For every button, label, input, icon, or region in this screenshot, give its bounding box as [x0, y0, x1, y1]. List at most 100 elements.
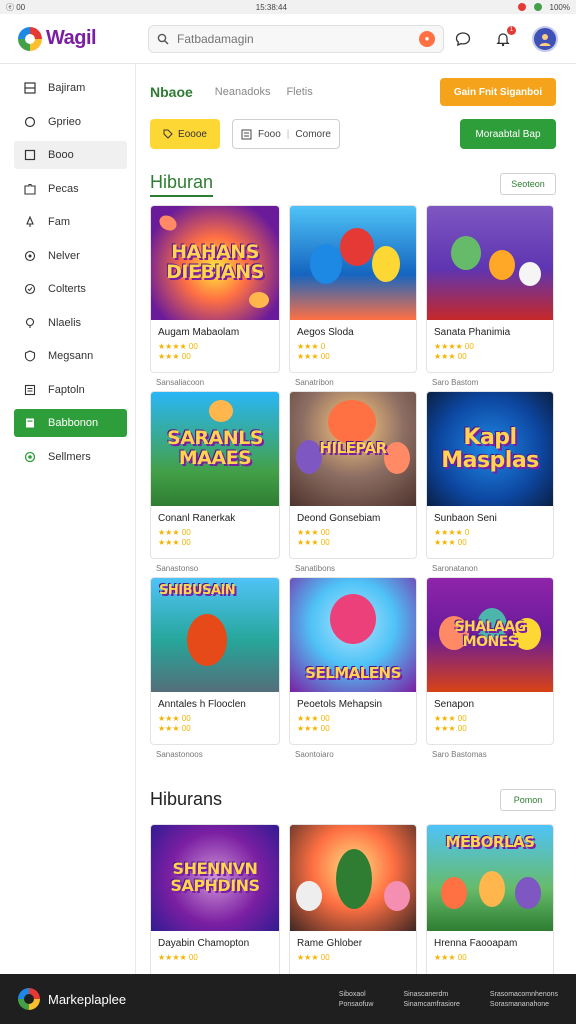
footer-column-3: Srasomacomnhenons Sorasmananahone — [490, 988, 558, 1011]
tab-3[interactable]: Fletis — [286, 86, 312, 98]
game-thumbnail: MEBORLAS — [427, 825, 553, 931]
sidebar-item-colterts[interactable]: Colterts — [14, 275, 127, 303]
thumbnail-title: SELMALENS — [305, 664, 401, 683]
game-card[interactable]: SELMALENS Peoetols Mehapsin ★★★ 00 ★★★ 0… — [289, 577, 417, 763]
sidebar-item-booo[interactable]: Booo — [14, 141, 127, 169]
sidebar-item-gprieo[interactable]: Gprieo — [14, 108, 127, 136]
search-input[interactable] — [177, 31, 411, 46]
game-title: Sunbaon Seni — [434, 513, 497, 524]
see-all-button[interactable]: Pomon — [500, 789, 556, 811]
footer-logo[interactable]: Markeplaplee — [18, 988, 126, 1010]
footer-link[interactable]: Ponsaofuw — [339, 1001, 374, 1008]
search-icon — [157, 33, 169, 44]
footer-column-1: Siboxaol Ponsaofuw — [339, 988, 374, 1011]
game-title: Conanl Ranerkak — [158, 513, 236, 524]
footer-link[interactable]: Srasomacomnhenons — [490, 991, 558, 998]
main-content: Nbaoe Neanadoks Fletis Gain Fnit Siganbo… — [136, 64, 576, 974]
game-card[interactable]: SHALAAG MONES Senapon ★★★ 00 ★★★ 00 Saro… — [426, 577, 554, 763]
game-card[interactable]: Rame Ghlober ★★★ 00 — [289, 824, 417, 974]
footer-link[interactable]: Sinamcamfrasiore — [403, 1001, 459, 1008]
record-icon — [517, 3, 526, 11]
top-bar: Wagil ● 1 — [0, 14, 576, 64]
rating-meta: ★★★ 00 — [158, 352, 191, 361]
footer-link[interactable]: Sorasmananahone — [490, 1001, 558, 1008]
game-card[interactable]: SHIBUSAIN Anntales h Flooclen ★★★ 00 ★★★… — [150, 577, 280, 763]
game-title: Hrenna Faooapam — [434, 938, 518, 949]
app-logo[interactable]: Wagil — [18, 26, 148, 51]
game-card[interactable]: Aegos Sloda ★★★ 0 ★★★ 00 Sanatribon — [289, 205, 417, 391]
rating-stars: ★★★★ 00 — [158, 342, 198, 351]
thumbnail-title: MEBORLAS — [445, 833, 535, 851]
tab-active[interactable]: Nbaoe — [150, 84, 193, 100]
card-footer: Sanatribon — [295, 378, 334, 387]
tab-2[interactable]: Neanadoks — [215, 86, 271, 98]
sort-divider: | — [286, 128, 290, 140]
search-bar[interactable]: ● — [148, 24, 444, 53]
card-footer: Sanastonso — [156, 564, 199, 573]
sidebar-item-megsann[interactable]: Megsann — [14, 342, 127, 370]
game-card[interactable]: HILEPAR Deond Gonsebiam ★★★ 00 ★★★ 00 Sa… — [289, 391, 417, 577]
rating-stars: ★★★★ 00 — [434, 342, 474, 351]
sidebar-item-pecas[interactable]: Pecas — [14, 175, 127, 203]
game-card[interactable]: Sanata Phanimia ★★★★ 00 ★★★ 00 Saro Bast… — [426, 205, 554, 391]
avatar[interactable] — [532, 25, 558, 52]
sidebar-item-label: Colterts — [48, 283, 86, 295]
orange-action-button[interactable]: Gain Fnit Siganboi — [440, 78, 556, 106]
notifications-button[interactable]: 1 — [492, 25, 516, 50]
sidebar-item-nelver[interactable]: Nelver — [14, 242, 127, 270]
card-footer: Saro Bastomas — [432, 750, 487, 759]
signal-icon — [533, 3, 542, 11]
sidebar-item-nlaelis[interactable]: Nlaelis — [14, 309, 127, 337]
sidebar-item-label: Babbonon — [48, 417, 99, 429]
thumbnail-title: HILEPAR — [319, 439, 387, 458]
rating-stars: ★★★★ 0 — [434, 528, 470, 537]
search-assist-icon[interactable]: ● — [419, 30, 435, 47]
rating-meta: ★★★ 00 — [158, 724, 191, 733]
logo-text: Wagil — [46, 27, 97, 49]
yellow-filter-label: Eoooe — [178, 128, 207, 140]
sidebar-item-faptoln[interactable]: Faptoln — [14, 376, 127, 404]
see-all-button[interactable]: Seoteon — [500, 173, 556, 195]
game-thumbnail: SHENNVN SAPHDINS — [151, 825, 279, 931]
sidebar-item-babbonon[interactable]: Babbonon — [14, 409, 127, 437]
game-title: Senapon — [434, 699, 475, 710]
card-footer: Sanastonoos — [156, 750, 203, 759]
card-footer: Saontoiaro — [295, 750, 334, 759]
game-title: Aegos Sloda — [297, 327, 354, 338]
section-title: Hiburans — [150, 788, 223, 809]
sidebar-item-label: Booo — [48, 149, 74, 161]
pin-icon — [24, 216, 36, 228]
yellow-filter-button[interactable]: Eoooe — [150, 119, 220, 149]
green-action-button[interactable]: Moraabtal Bap — [460, 119, 556, 149]
game-thumbnail: SARANLS MAAES — [151, 392, 279, 506]
sidebar-item-sellmers[interactable]: Sellmers — [14, 443, 127, 471]
game-thumbnail — [290, 206, 416, 320]
sort-button[interactable]: Fooo | Comore — [232, 119, 340, 149]
chat-icon — [24, 116, 36, 128]
footer-link[interactable]: Sinascanerdm — [403, 991, 459, 998]
messages-button[interactable] — [452, 28, 474, 50]
rating-stars: ★★★ 00 — [434, 953, 467, 962]
game-card[interactable]: HAHANS DIEBIANS Augam Mabaolam ★★★★ 00 ★… — [150, 205, 280, 391]
status-left: ⓔ 00 — [6, 2, 26, 12]
game-card[interactable]: Kapl Masplas Sunbaon Seni ★★★★ 0 ★★★ 00 … — [426, 391, 554, 577]
sidebar-item-label: Pecas — [48, 182, 79, 195]
sidebar-item-bajiram[interactable]: Bajiram — [14, 74, 127, 102]
game-title: Rame Ghlober — [297, 938, 363, 949]
status-bar: ⓔ 00 15:38:44 100% — [0, 0, 576, 14]
square-icon — [24, 149, 36, 161]
chat-bubble-icon — [455, 31, 471, 46]
game-title: Dayabin Chamopton — [158, 938, 250, 949]
game-card[interactable]: SHENNVN SAPHDINS Dayabin Chamopton ★★★★ … — [150, 824, 280, 974]
game-title: Deond Gonsebiam — [297, 513, 381, 524]
card-footer: Saro Bastom — [432, 378, 479, 387]
sidebar-item-label: Nlaelis — [48, 316, 82, 329]
footer-link[interactable]: Siboxaol — [339, 991, 374, 998]
thumbnail-title: SARANLS MAAES — [167, 427, 263, 469]
game-thumbnail: SHIBUSAIN — [151, 578, 279, 692]
game-card[interactable]: MEBORLAS Hrenna Faooapam ★★★ 00 — [426, 824, 554, 974]
game-card[interactable]: SARANLS MAAES Conanl Ranerkak ★★★ 00 ★★★… — [150, 391, 280, 577]
user-icon — [539, 33, 551, 46]
sidebar-item-fam[interactable]: Fam — [14, 208, 127, 236]
sort-label-a: Fooo — [258, 128, 281, 140]
